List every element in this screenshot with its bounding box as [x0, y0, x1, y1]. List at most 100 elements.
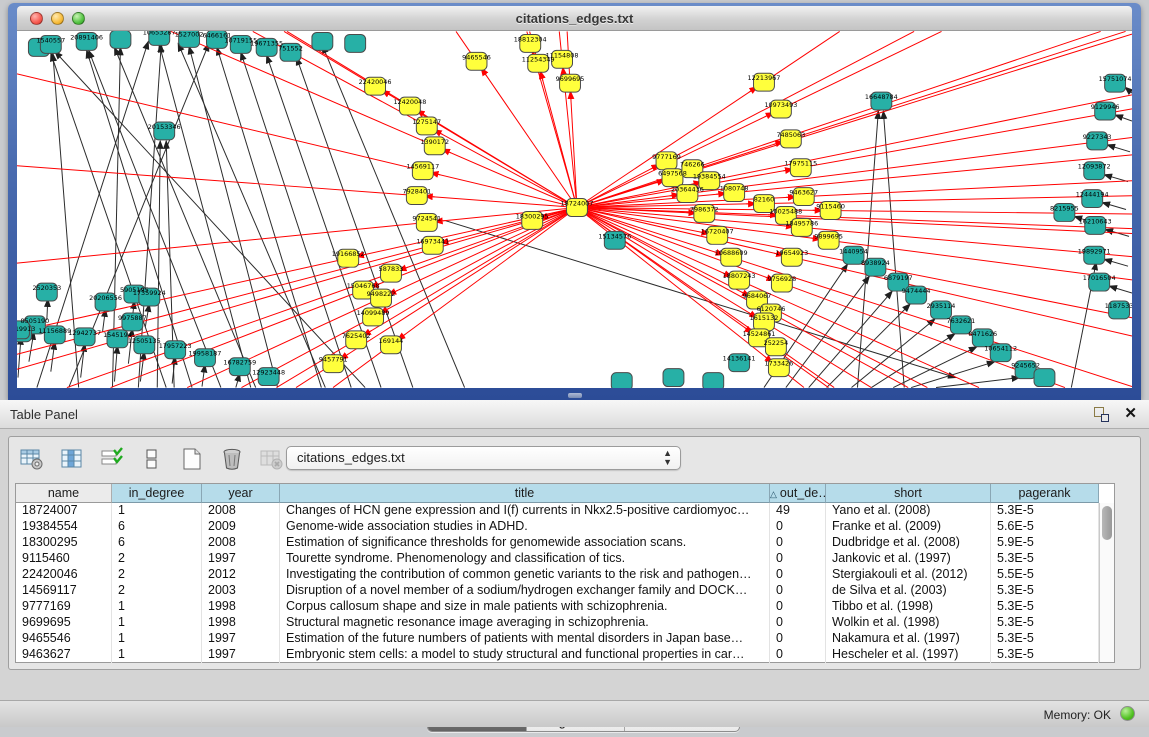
table-cell[interactable]: Investigating the contribution of common… — [280, 567, 770, 583]
table-cell[interactable]: 0 — [770, 551, 826, 567]
table-cell[interactable]: 1 — [112, 615, 202, 631]
column-header-title[interactable]: title — [280, 484, 770, 503]
table-cell[interactable]: 5.3E-5 — [991, 647, 1099, 663]
network-node[interactable] — [1034, 369, 1055, 387]
table-cell[interactable]: 0 — [770, 567, 826, 583]
table-cell[interactable]: 1997 — [202, 631, 280, 647]
table-cell[interactable]: 9777169 — [16, 599, 112, 615]
table-cell[interactable]: 0 — [770, 535, 826, 551]
table-row[interactable]: 1456911722003Disruption of a novel membe… — [16, 583, 1099, 599]
table-cell[interactable]: 5.3E-5 — [991, 615, 1099, 631]
table-cell[interactable]: 0 — [770, 647, 826, 663]
table-scrollbar[interactable] — [1099, 503, 1114, 662]
table-cell[interactable]: Hescheler et al. (1997) — [826, 647, 991, 663]
table-cell[interactable]: 2008 — [202, 503, 280, 519]
table-cell[interactable]: 2 — [112, 583, 202, 599]
table-cell[interactable]: 5.5E-5 — [991, 567, 1099, 583]
table-cell[interactable]: 0 — [770, 615, 826, 631]
table-cell[interactable]: 18724007 — [16, 503, 112, 519]
table-cell[interactable]: Disruption of a novel member of a sodium… — [280, 583, 770, 599]
table-cell[interactable]: Wolkin et al. (1998) — [826, 615, 991, 631]
network-node[interactable] — [345, 34, 366, 52]
table-row[interactable]: 946362711997Embryonic stem cells: a mode… — [16, 647, 1099, 663]
select-rows-icon[interactable] — [99, 446, 125, 472]
table-cell[interactable]: Stergiakouli et al. (2012) — [826, 567, 991, 583]
splitter-handle[interactable] — [568, 393, 582, 398]
table-cell[interactable]: 9463627 — [16, 647, 112, 663]
column-header-short[interactable]: short — [826, 484, 991, 503]
table-cell[interactable]: 1997 — [202, 551, 280, 567]
table-row[interactable]: 2242004622012Investigating the contribut… — [16, 567, 1099, 583]
table-row[interactable]: 969969511998Structural magnetic resonanc… — [16, 615, 1099, 631]
row-height-icon[interactable] — [139, 446, 165, 472]
table-cell[interactable]: 14569117 — [16, 583, 112, 599]
show-columns-icon[interactable] — [59, 446, 85, 472]
delete-table-icon[interactable] — [219, 446, 245, 472]
table-cell[interactable]: 1997 — [202, 647, 280, 663]
table-row[interactable]: 977716911998Corpus callosum shape and si… — [16, 599, 1099, 615]
table-cell[interactable]: 5.9E-5 — [991, 535, 1099, 551]
column-header-in_degree[interactable]: in_degree — [112, 484, 202, 503]
table-cell[interactable]: Genome-wide association studies in ADHD. — [280, 519, 770, 535]
table-cell[interactable]: 2012 — [202, 567, 280, 583]
table-cell[interactable]: Dudbridge et al. (2008) — [826, 535, 991, 551]
table-cell[interactable]: Tibbo et al. (1998) — [826, 599, 991, 615]
network-node[interactable] — [663, 369, 684, 387]
network-canvas[interactable]: 1540557208914061065328715270026466161107… — [17, 31, 1132, 388]
table-cell[interactable]: 22420046 — [16, 567, 112, 583]
table-cell[interactable]: 5.6E-5 — [991, 519, 1099, 535]
table-row[interactable]: 1872400712008Changes of HCN gene express… — [16, 503, 1099, 519]
memory-status-icon[interactable] — [1120, 706, 1135, 721]
table-cell[interactable]: 5.3E-5 — [991, 503, 1099, 519]
table-cell[interactable]: 0 — [770, 599, 826, 615]
column-header-pagerank[interactable]: pagerank — [991, 484, 1099, 503]
network-node[interactable] — [703, 373, 724, 388]
table-cell[interactable]: 2009 — [202, 519, 280, 535]
table-cell[interactable]: Embryonic stem cells: a model to study s… — [280, 647, 770, 663]
table-cell[interactable]: Corpus callosum shape and size in male p… — [280, 599, 770, 615]
import-table-disabled-icon[interactable] — [259, 446, 285, 472]
table-cell[interactable]: Estimation of significance thresholds fo… — [280, 535, 770, 551]
table-cell[interactable]: Structural magnetic resonance image aver… — [280, 615, 770, 631]
table-cell[interactable]: 1 — [112, 503, 202, 519]
float-panel-icon[interactable] — [1094, 407, 1109, 422]
table-cell[interactable]: 9699695 — [16, 615, 112, 631]
table-cell[interactable]: Franke et al. (2009) — [826, 519, 991, 535]
table-cell[interactable]: Jankovic et al. (1997) — [826, 551, 991, 567]
table-cell[interactable]: Yano et al. (2008) — [826, 503, 991, 519]
table-cell[interactable]: 2 — [112, 567, 202, 583]
table-row[interactable]: 946554611997Estimation of the future num… — [16, 631, 1099, 647]
table-row[interactable]: 1938455462009Genome-wide association stu… — [16, 519, 1099, 535]
column-header-name[interactable]: name — [16, 484, 112, 503]
table-cell[interactable]: 6 — [112, 519, 202, 535]
table-selector-dropdown[interactable]: citations_edges.txt ▲▼ — [286, 446, 681, 470]
table-cell[interactable]: 19384554 — [16, 519, 112, 535]
table-cell[interactable]: 5.3E-5 — [991, 599, 1099, 615]
table-cell[interactable]: Tourette syndrome. Phenomenology and cla… — [280, 551, 770, 567]
table-row[interactable]: 1830029562008Estimation of significance … — [16, 535, 1099, 551]
new-table-icon[interactable] — [179, 446, 205, 472]
table-cell[interactable]: 0 — [770, 631, 826, 647]
table-cell[interactable]: 1 — [112, 647, 202, 663]
table-cell[interactable]: 2 — [112, 551, 202, 567]
table-cell[interactable]: 2008 — [202, 535, 280, 551]
table-cell[interactable]: 1998 — [202, 615, 280, 631]
table-scrollbar-thumb[interactable] — [1102, 506, 1112, 540]
network-graph[interactable]: 1540557208914061065328715270026466161107… — [17, 31, 1132, 388]
table-cell[interactable]: 1 — [112, 599, 202, 615]
table-cell[interactable]: 5.3E-5 — [991, 551, 1099, 567]
table-cell[interactable]: 5.3E-5 — [991, 583, 1099, 599]
network-node[interactable] — [312, 32, 333, 50]
table-cell[interactable]: Nakamura et al. (1997) — [826, 631, 991, 647]
table-cell[interactable]: 9115460 — [16, 551, 112, 567]
table-cell[interactable]: Changes of HCN gene expression and I(f) … — [280, 503, 770, 519]
table-cell[interactable]: 0 — [770, 583, 826, 599]
table-cell[interactable]: 9465546 — [16, 631, 112, 647]
network-node[interactable] — [110, 31, 131, 48]
close-panel-icon[interactable]: ✕ — [1124, 405, 1137, 423]
table-options-icon[interactable] — [19, 446, 45, 472]
table-cell[interactable]: de Silva et al. (2003) — [826, 583, 991, 599]
window-title-bar[interactable]: citations_edges.txt — [17, 6, 1132, 31]
table-cell[interactable]: 2003 — [202, 583, 280, 599]
table-cell[interactable]: 1998 — [202, 599, 280, 615]
